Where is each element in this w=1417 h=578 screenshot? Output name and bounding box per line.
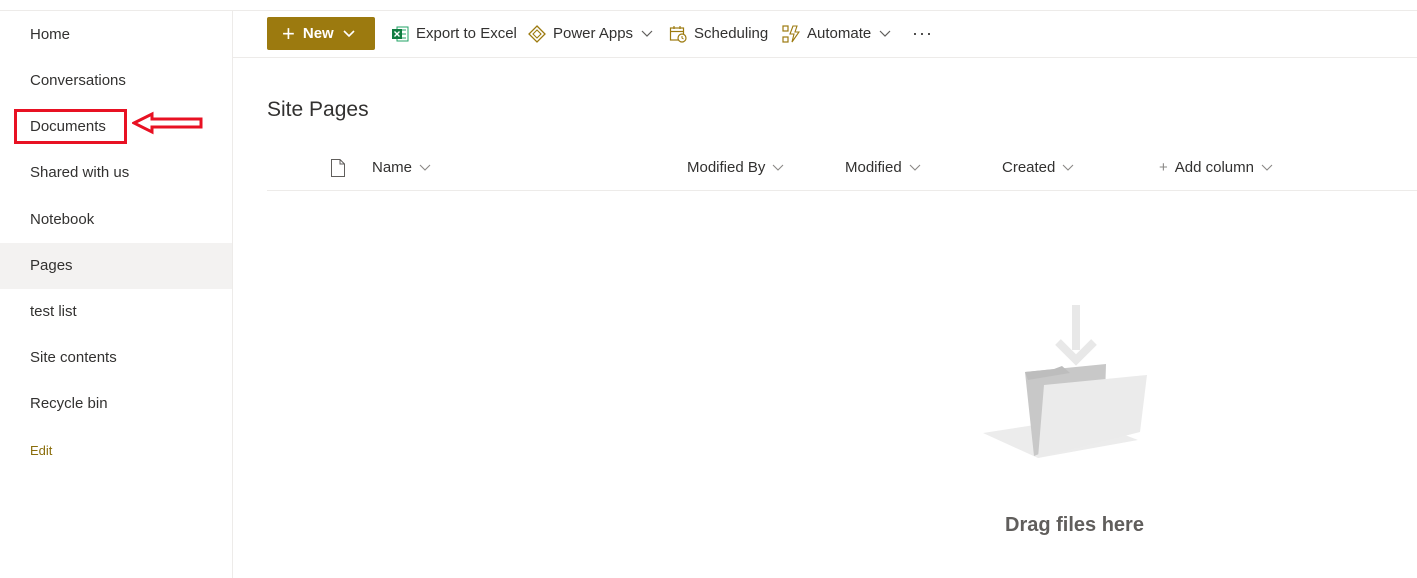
new-button[interactable]: + New	[267, 17, 375, 50]
ellipsis-icon: ···	[912, 23, 933, 43]
column-header-name[interactable]: Name	[372, 146, 431, 190]
export-to-excel-button[interactable]: Export to Excel	[391, 17, 517, 50]
page-title: Site Pages	[267, 98, 369, 121]
automate-button[interactable]: Automate	[782, 17, 898, 50]
column-header-modified-by[interactable]: Modified By	[687, 146, 784, 190]
nav-item-test-list[interactable]: test list	[0, 289, 232, 335]
column-modified-label: Modified	[845, 159, 902, 176]
plus-icon: +	[1159, 159, 1168, 176]
column-name-label: Name	[372, 159, 413, 176]
scheduling-button[interactable]: Scheduling	[669, 17, 768, 50]
power-apps-button[interactable]: Power Apps	[528, 17, 660, 50]
column-created-label: Created	[1002, 159, 1056, 176]
excel-icon	[392, 26, 409, 41]
more-options-button[interactable]: ···	[912, 17, 933, 50]
nav-item-notebook[interactable]: Notebook	[0, 197, 232, 243]
nav-edit-link[interactable]: Edit	[0, 428, 232, 474]
export-to-excel-label: Export to Excel	[416, 25, 517, 42]
annotation-arrow-icon	[132, 111, 203, 135]
automate-label: Automate	[807, 25, 872, 42]
column-header-created[interactable]: Created	[1002, 146, 1074, 190]
chevron-down-icon	[1261, 164, 1273, 171]
scheduling-label: Scheduling	[694, 25, 769, 42]
chevron-down-icon	[641, 30, 653, 37]
nav-item-site-contents[interactable]: Site contents	[0, 335, 232, 381]
empty-state-text: Drag files here	[1005, 514, 1144, 536]
nav-item-conversations[interactable]: Conversations	[0, 58, 232, 104]
command-bar: + New Export to Excel Power Apps Schedul…	[233, 11, 1417, 58]
drag-folder-illustration-icon	[983, 305, 1147, 458]
nav-item-shared-with-us[interactable]: Shared with us	[0, 150, 232, 196]
chevron-down-icon	[909, 164, 921, 171]
document-icon	[331, 159, 345, 177]
chevron-down-icon	[772, 164, 784, 171]
nav-item-recycle-bin[interactable]: Recycle bin	[0, 381, 232, 427]
column-header-modified[interactable]: Modified	[845, 146, 921, 190]
left-navigation: Home Conversations Documents Shared with…	[0, 11, 233, 578]
list-header-row: Name Modified By Modified Created + Add …	[267, 146, 1417, 191]
chevron-down-icon	[343, 29, 355, 37]
nav-item-home[interactable]: Home	[0, 12, 232, 58]
column-modified-by-label: Modified By	[687, 159, 766, 176]
chevron-down-icon	[879, 30, 891, 37]
add-column-button[interactable]: + Add column	[1159, 146, 1273, 190]
calendar-clock-icon	[669, 25, 687, 43]
power-automate-icon	[782, 24, 800, 43]
plus-icon: +	[282, 20, 295, 46]
chevron-down-icon	[1062, 164, 1074, 171]
power-apps-label: Power Apps	[553, 25, 634, 42]
add-column-label: Add column	[1174, 159, 1254, 176]
file-type-column-header[interactable]	[330, 146, 346, 190]
power-apps-icon	[528, 24, 546, 43]
new-button-label: New	[302, 25, 334, 42]
nav-item-pages[interactable]: Pages	[0, 243, 232, 289]
annotation-highlight-box	[14, 109, 127, 144]
chevron-down-icon	[419, 164, 431, 171]
